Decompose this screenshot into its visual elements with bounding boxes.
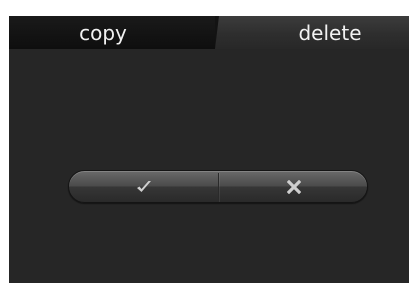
tab-bar: copy delete bbox=[9, 16, 409, 49]
confirm-button[interactable] bbox=[69, 171, 219, 202]
confirm-cancel-bar bbox=[68, 170, 368, 203]
tab-delete-label: delete bbox=[298, 20, 362, 45]
tab-delete[interactable]: delete bbox=[215, 16, 409, 49]
tab-copy[interactable]: copy bbox=[9, 16, 215, 49]
screen: copy delete bbox=[9, 16, 409, 283]
cancel-button[interactable] bbox=[219, 171, 367, 202]
check-icon bbox=[137, 180, 151, 192]
x-icon bbox=[287, 179, 301, 194]
tab-copy-label: copy bbox=[79, 20, 127, 45]
